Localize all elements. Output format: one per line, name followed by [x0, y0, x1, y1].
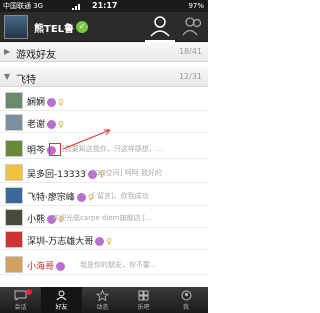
annotation-box [49, 143, 61, 156]
friend-name: 小海哥 [27, 259, 67, 272]
star-icon [96, 290, 109, 301]
tab-me[interactable]: 我 [164, 287, 208, 313]
avatar [5, 231, 23, 248]
friend-name: 飞特·廖宗峰 ♀ [27, 190, 94, 203]
friend-status: 我是你的朋友，你不要... [80, 261, 157, 269]
vip-badge-icon [47, 120, 57, 129]
tab-label: 好友 [55, 304, 68, 311]
tab-leba[interactable]: 乐吧 [123, 287, 164, 313]
friend-name-text: 飞特·廖宗峰 [27, 193, 75, 203]
battery-label: 97% [188, 2, 204, 10]
avatar [5, 114, 23, 131]
group-count: 12/31 [178, 72, 202, 81]
friends-view-tab[interactable] [145, 12, 175, 42]
avatar [5, 187, 23, 204]
vip-badge-icon [56, 262, 66, 271]
tab-label: 我 [182, 304, 189, 311]
friend-name-text: 深圳-万志雄大哥 [27, 237, 94, 247]
signal-icon [72, 4, 80, 10]
avatar[interactable] [4, 15, 28, 39]
group-row-feite[interactable]: ▼ 飞特 12/31 [0, 67, 208, 87]
vip-badge-icon [76, 193, 86, 202]
avatar [5, 164, 23, 181]
friend-name: 深圳-万志雄大哥 ♀ [27, 234, 112, 247]
online-check-icon[interactable]: ✓ [76, 21, 88, 33]
gender-icon: ♀ [106, 237, 113, 246]
list-item[interactable]: 小熊 ♀ 欢迎光临carpe diem旗舰店 [... [0, 207, 208, 228]
friend-name-text: 小熊 [27, 215, 46, 225]
avatar [5, 256, 23, 273]
groups-view-tab[interactable] [178, 12, 208, 42]
tab-label: 会话 [14, 304, 27, 311]
friend-name-text: 老谢 [27, 120, 46, 130]
group-icon [182, 17, 202, 36]
tab-friends[interactable]: 好友 [41, 287, 82, 313]
vip-badge-icon [95, 237, 105, 246]
grid-icon [138, 290, 149, 301]
header: 熊TEL鲁 ✓ [0, 12, 208, 42]
clock: 21:17 [92, 1, 118, 10]
friend-status: [QQ空间] 呵呵 我好的 [92, 169, 162, 177]
friend-name: 老谢 ♀ [27, 117, 64, 130]
friend-name-text: 吴多回-13333 [27, 170, 86, 180]
vip-badge-icon [47, 98, 57, 107]
carrier-label: 中国联通 3G [3, 2, 44, 10]
list-item[interactable]: 飞特·廖宗峰 ♀[ 留言]，你我成功 [0, 185, 208, 206]
list-item[interactable]: 娴娴 ♀ [0, 90, 208, 111]
friend-name-text: 明芩 [27, 146, 46, 156]
user-name[interactable]: 熊TEL鲁 [34, 20, 74, 35]
group-count: 18/41 [178, 47, 202, 56]
list-item[interactable]: 吴多回-13333 ♀ [QQ空间] 呵呵 我好的 [0, 162, 208, 183]
group-name: 飞特 [16, 75, 36, 86]
friend-status: [ 留言]，你我成功 [92, 192, 149, 200]
chevron-right-icon: ▶ [4, 47, 11, 56]
avatar [5, 92, 23, 109]
friend-name-text: 娴娴 [27, 98, 46, 108]
status-bar: 中国联通 3G 21:17 97% [0, 0, 208, 12]
friend-name-text: 小海哥 [27, 262, 55, 272]
avatar [5, 209, 23, 226]
chevron-down-icon: ▼ [4, 72, 11, 81]
avatar [5, 140, 23, 157]
group-name: 游戏好友 [16, 50, 56, 61]
person-icon [150, 16, 170, 37]
annotation-arrow [62, 129, 111, 150]
notification-dot [26, 289, 32, 295]
friend-status: 欢迎光临carpe diem旗舰店 [... [52, 214, 153, 222]
tab-activity[interactable]: 动态 [82, 287, 123, 313]
tab-conversations[interactable]: 会话 [0, 287, 41, 313]
friend-name: 娴娴 ♀ [27, 95, 64, 108]
app-root: 中国联通 3G 21:17 97% 熊TEL鲁 ✓ ▶ 游戏好友 18/41 ▼… [0, 0, 208, 313]
tab-label: 动态 [96, 304, 109, 311]
tab-bar: 会话 好友 动态 乐吧 我 [0, 287, 208, 313]
tab-label: 乐吧 [137, 304, 150, 311]
group-row-games[interactable]: ▶ 游戏好友 18/41 [0, 42, 208, 62]
profile-icon [181, 290, 191, 301]
list-item[interactable]: 小海哥 我是你的朋友，你不要... [0, 254, 208, 275]
list-item[interactable]: 深圳-万志雄大哥 ♀ [0, 229, 208, 250]
gender-icon: ♀ [58, 98, 64, 107]
person-icon [56, 290, 67, 301]
